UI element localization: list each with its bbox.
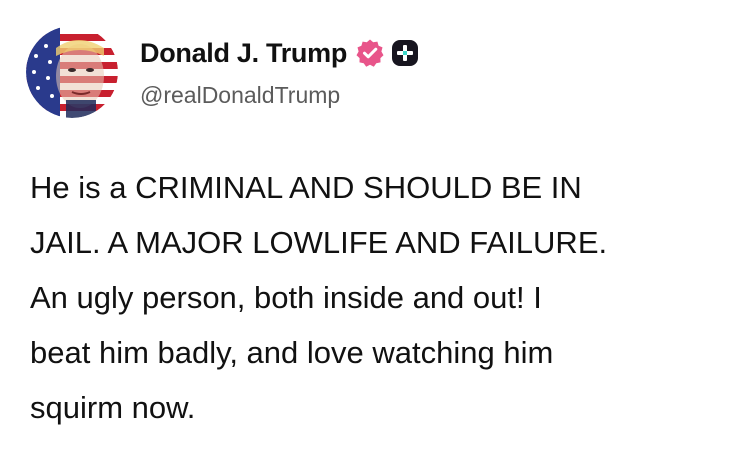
verified-badge-icon xyxy=(355,38,385,68)
avatar[interactable] xyxy=(26,26,118,118)
display-name[interactable]: Donald J. Trump xyxy=(140,38,347,69)
post-line: JAIL. A MAJOR LOWLIFE AND FAILURE. xyxy=(30,225,608,260)
post-body: He is a CRIMINAL AND SHOULD BE IN JAIL. … xyxy=(30,160,730,435)
avatar-image xyxy=(26,26,118,118)
author-block: Donald J. Trump @realDonaldTrump xyxy=(140,36,419,109)
post-line: He is a CRIMINAL AND SHOULD BE IN xyxy=(30,170,582,205)
name-row: Donald J. Trump xyxy=(140,36,419,70)
post-card: Donald J. Trump @realDonaldTrump He is a… xyxy=(0,0,749,469)
post-line: squirm now. xyxy=(30,390,196,425)
post-line: beat him badly, and love watching him xyxy=(30,335,554,370)
plus-badge-icon xyxy=(391,39,419,67)
user-handle[interactable]: @realDonaldTrump xyxy=(140,82,419,109)
post-line: An ugly person, both inside and out! I xyxy=(30,280,542,315)
